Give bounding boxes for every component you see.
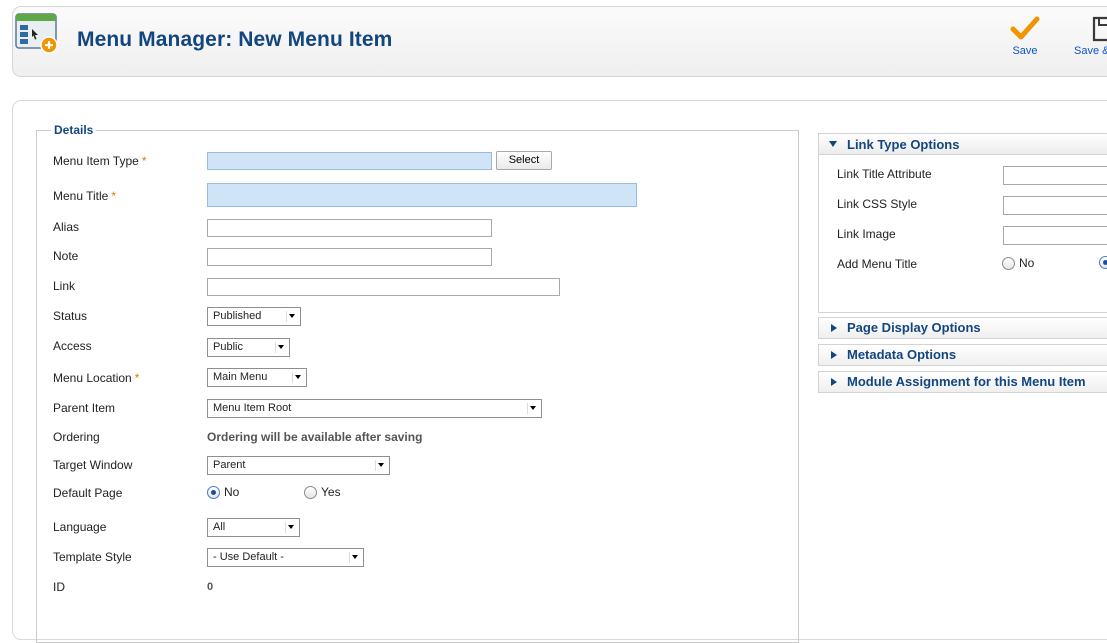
target-window-value: Parent (213, 459, 246, 471)
default-page-no-radio[interactable]: No (207, 485, 239, 499)
module-assignment-header[interactable]: Module Assignment for this Menu Item (818, 371, 1107, 393)
menu-location-label: Menu Location * (53, 371, 140, 385)
page-title: Menu Manager: New Menu Item (77, 28, 393, 51)
parent-item-select[interactable]: Menu Item Root (207, 399, 542, 418)
access-select[interactable]: Public (207, 338, 290, 357)
details-legend: Details (54, 123, 94, 137)
link-image-input[interactable] (1003, 226, 1107, 245)
access-label: Access (53, 339, 92, 353)
id-label: ID (53, 580, 65, 594)
status-label: Status (53, 309, 88, 323)
menu-item-type-input[interactable] (207, 152, 492, 170)
add-menu-title-no-radio[interactable]: No (1002, 256, 1034, 270)
id-value: 0 (207, 581, 214, 593)
menu-title-label: Menu Title * (53, 189, 117, 203)
menu-location-select[interactable]: Main Menu (207, 368, 307, 387)
parent-item-value: Menu Item Root (213, 402, 292, 414)
dropdown-arrow-icon (349, 552, 360, 563)
link-title-attribute-input[interactable] (1003, 166, 1107, 185)
select-menu-type-button[interactable]: Select (496, 151, 552, 170)
save-close-label: Save & (1074, 45, 1107, 57)
save-label: Save (1012, 45, 1038, 57)
alias-label: Alias (53, 220, 80, 234)
menu-title-input[interactable] (207, 183, 637, 207)
language-select[interactable]: All (207, 518, 300, 537)
ordering-label: Ordering (53, 430, 100, 444)
triangle-right-icon (831, 324, 837, 332)
link-css-style-label: Link CSS Style (837, 197, 918, 211)
link-type-options-header[interactable]: Link Type Options (819, 134, 1107, 155)
checkmark-icon (1010, 16, 1040, 40)
page-display-options-header[interactable]: Page Display Options (818, 317, 1107, 339)
triangle-right-icon (831, 378, 837, 386)
required-mark: * (141, 154, 147, 168)
target-window-select[interactable]: Parent (207, 456, 390, 475)
radio-checked-icon (1099, 256, 1107, 269)
template-style-label: Template Style (53, 550, 132, 564)
metadata-options-header[interactable]: Metadata Options (818, 344, 1107, 366)
target-window-label: Target Window (53, 458, 133, 472)
template-style-value: - Use Default - (213, 551, 284, 563)
link-label: Link (53, 279, 76, 293)
alias-input[interactable] (207, 219, 492, 237)
menu-location-value: Main Menu (213, 371, 268, 383)
note-input[interactable] (207, 248, 492, 266)
dropdown-arrow-icon (375, 460, 386, 471)
language-value: All (213, 521, 226, 533)
default-page-label: Default Page (53, 486, 123, 500)
triangle-right-icon (831, 351, 837, 359)
menu-manager-icon (14, 11, 60, 57)
menu-item-type-label: Menu Item Type * (53, 154, 147, 168)
note-label: Note (53, 249, 79, 263)
floppy-disk-icon (1092, 16, 1107, 42)
default-page-yes-radio[interactable]: Yes (304, 485, 341, 499)
dropdown-arrow-icon (286, 311, 297, 322)
language-label: Language (53, 520, 107, 534)
link-css-style-input[interactable] (1003, 196, 1107, 215)
parent-item-label: Parent Item (53, 401, 116, 415)
dropdown-arrow-icon (275, 342, 286, 353)
link-image-label: Link Image (837, 227, 896, 241)
link-input[interactable] (207, 278, 560, 296)
add-menu-title-label: Add Menu Title (837, 257, 918, 271)
add-menu-title-yes-radio[interactable] (1099, 256, 1107, 269)
radio-unchecked-icon (1002, 256, 1015, 270)
dropdown-arrow-icon (527, 403, 538, 414)
link-type-options-panel: Link Type Options (818, 133, 1107, 313)
status-value: Published (213, 310, 262, 322)
link-title-attribute-label: Link Title Attribute (837, 167, 932, 181)
save-button[interactable]: Save (1005, 16, 1045, 57)
status-select[interactable]: Published (207, 307, 301, 326)
dropdown-arrow-icon (292, 372, 303, 383)
template-style-select[interactable]: - Use Default - (207, 548, 364, 567)
ordering-note: Ordering will be available after saving (207, 430, 423, 444)
triangle-down-icon (829, 141, 837, 147)
radio-checked-icon (207, 485, 220, 499)
access-value: Public (213, 341, 243, 353)
save-close-button[interactable]: Save & (1056, 16, 1107, 57)
radio-unchecked-icon (304, 485, 317, 499)
dropdown-arrow-icon (285, 522, 296, 533)
